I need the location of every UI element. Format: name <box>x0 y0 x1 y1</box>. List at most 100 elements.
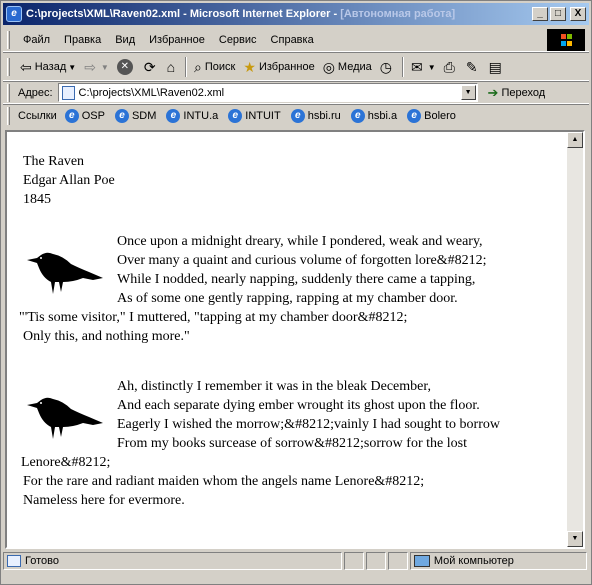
ie-link-icon: e <box>228 109 243 123</box>
media-button[interactable]: ◎ Медиа <box>319 56 376 78</box>
ie-link-icon: e <box>114 109 129 123</box>
title-bar[interactable]: e C:\projects\XML\Raven02.xml - Microsof… <box>3 3 589 25</box>
go-button-label: Переход <box>501 86 546 99</box>
address-grip[interactable] <box>7 83 10 102</box>
edit-icon: ✎ <box>465 59 478 75</box>
ie-window: e C:\projects\XML\Raven02.xml - Microsof… <box>0 0 592 585</box>
menu-help[interactable]: Справка <box>264 34 321 46</box>
discuss-button[interactable]: ▤ <box>485 56 509 78</box>
history-button[interactable]: ◷ <box>376 56 399 78</box>
stanza-1: Once upon a midnight dreary, while I pon… <box>19 232 563 346</box>
stop-icon: ✕ <box>116 59 133 75</box>
my-computer-icon <box>413 555 430 567</box>
maximize-button[interactable]: □ <box>550 7 566 21</box>
back-button[interactable]: ⇦ Назад ▼ <box>16 56 80 78</box>
menu-view[interactable]: Вид <box>108 34 142 46</box>
favorites-icon: ★ <box>243 59 256 75</box>
link-label: Bolero <box>424 110 456 122</box>
search-icon: ⌕ <box>194 59 202 75</box>
raven-image <box>27 397 103 439</box>
line: Nameless here for evermore. <box>23 493 185 508</box>
zone-text: Мой компьютер <box>433 555 514 567</box>
link-label: OSP <box>81 110 105 122</box>
mail-dropdown-icon[interactable]: ▼ <box>428 63 436 72</box>
home-button[interactable]: ⌂ <box>163 56 182 78</box>
print-button[interactable]: ⎙ <box>440 56 462 78</box>
status-bar: Готово Мой компьютер <box>3 551 589 571</box>
links-grip[interactable] <box>7 107 10 125</box>
search-button[interactable]: ⌕ Поиск <box>190 56 239 78</box>
raven-image <box>27 252 103 294</box>
refresh-icon: ⟳ <box>143 59 156 75</box>
address-bar: Адрес: ▼ ➔ Переход <box>3 82 589 104</box>
toolbar-grip[interactable] <box>7 58 10 76</box>
link-sdm[interactable]: e SDM <box>114 109 156 123</box>
edit-button[interactable]: ✎ <box>462 56 485 78</box>
poem-header: The Raven Edgar Allan Poe 1845 <box>23 152 115 209</box>
address-dropdown-button[interactable]: ▼ <box>460 85 476 100</box>
poem-year: 1845 <box>23 192 51 207</box>
status-panel <box>344 552 365 570</box>
xml-document-icon <box>61 85 75 100</box>
menu-grip[interactable] <box>7 30 10 49</box>
link-hsbi-ru[interactable]: e hsbi.ru <box>290 109 341 123</box>
back-dropdown-icon[interactable]: ▼ <box>68 63 76 72</box>
toolbar-separator <box>185 57 188 77</box>
address-label: Адрес: <box>18 86 53 99</box>
link-intuit[interactable]: e INTUIT <box>228 109 281 123</box>
ie-link-icon: e <box>166 109 181 123</box>
ie-link-icon: e <box>290 109 305 123</box>
media-icon: ◎ <box>322 59 335 75</box>
menu-bar: Файл Правка Вид Избранное Сервис Справка <box>3 28 589 52</box>
mail-button[interactable]: ✉ ▼ <box>407 56 440 78</box>
minimize-button[interactable]: _ <box>532 7 548 21</box>
line: For the rare and radiant maiden whom the… <box>23 474 425 489</box>
favorites-button-label: Избранное <box>258 61 315 73</box>
menu-file[interactable]: Файл <box>16 34 57 46</box>
line: "'Tis some visitor," I muttered, "tappin… <box>19 310 408 325</box>
content-frame: The Raven Edgar Allan Poe 1845 Once upon… <box>5 130 585 549</box>
scroll-up-button[interactable]: ▲ <box>567 132 583 148</box>
link-label: hsbi.ru <box>307 110 341 122</box>
ie-link-icon: e <box>407 109 422 123</box>
link-bolero[interactable]: e Bolero <box>407 109 456 123</box>
poem-title: The Raven <box>23 154 85 169</box>
link-intu-a[interactable]: e INTU.a <box>166 109 218 123</box>
menu-tools[interactable]: Сервис <box>212 34 264 46</box>
vertical-scrollbar[interactable]: ▲ ▼ <box>567 132 583 547</box>
favorites-button[interactable]: ★ Избранное <box>239 56 318 78</box>
forward-arrow-icon: ⇨ <box>84 59 96 75</box>
ie-link-icon: e <box>350 109 365 123</box>
status-panel <box>388 552 408 570</box>
refresh-button[interactable]: ⟳ <box>140 56 163 78</box>
go-button[interactable]: ➔ Переход <box>488 85 546 101</box>
link-osp[interactable]: e OSP <box>64 109 105 123</box>
scroll-down-button[interactable]: ▼ <box>567 531 583 547</box>
stanza-2: Ah, distinctly I remember it was in the … <box>21 377 563 510</box>
status-main-panel: Готово <box>3 552 343 570</box>
link-label: hsbi.a <box>367 110 398 122</box>
home-icon: ⌂ <box>166 59 176 75</box>
address-input[interactable] <box>78 86 461 99</box>
address-field[interactable]: ▼ <box>57 83 478 102</box>
ie-document-icon: e <box>6 6 22 22</box>
stop-button[interactable]: ✕ <box>113 56 140 78</box>
poem-author: Edgar Allan Poe <box>23 173 115 188</box>
print-icon: ⎙ <box>443 59 455 75</box>
links-bar: Ссылки e OSP e SDM e INTU.a e INTUIT e h… <box>3 105 589 127</box>
window-title: C:\projects\XML\Raven02.xml - Microsoft … <box>26 8 530 20</box>
offline-status-text: [Автономная работа] <box>340 8 456 20</box>
status-text: Готово <box>25 555 59 567</box>
forward-button[interactable]: ⇨ ▼ <box>80 56 113 78</box>
close-button[interactable]: X <box>570 7 586 21</box>
link-hsbi-a[interactable]: e hsbi.a <box>350 109 398 123</box>
menu-favorites[interactable]: Избранное <box>142 34 212 46</box>
forward-dropdown-icon[interactable]: ▼ <box>101 63 109 72</box>
page-done-icon <box>7 555 21 567</box>
status-panel <box>366 552 387 570</box>
menu-edit[interactable]: Правка <box>57 34 108 46</box>
document-content: The Raven Edgar Allan Poe 1845 Once upon… <box>7 132 569 547</box>
link-label: INTU.a <box>183 110 219 122</box>
media-button-label: Медиа <box>337 61 372 73</box>
discuss-icon: ▤ <box>488 59 502 75</box>
